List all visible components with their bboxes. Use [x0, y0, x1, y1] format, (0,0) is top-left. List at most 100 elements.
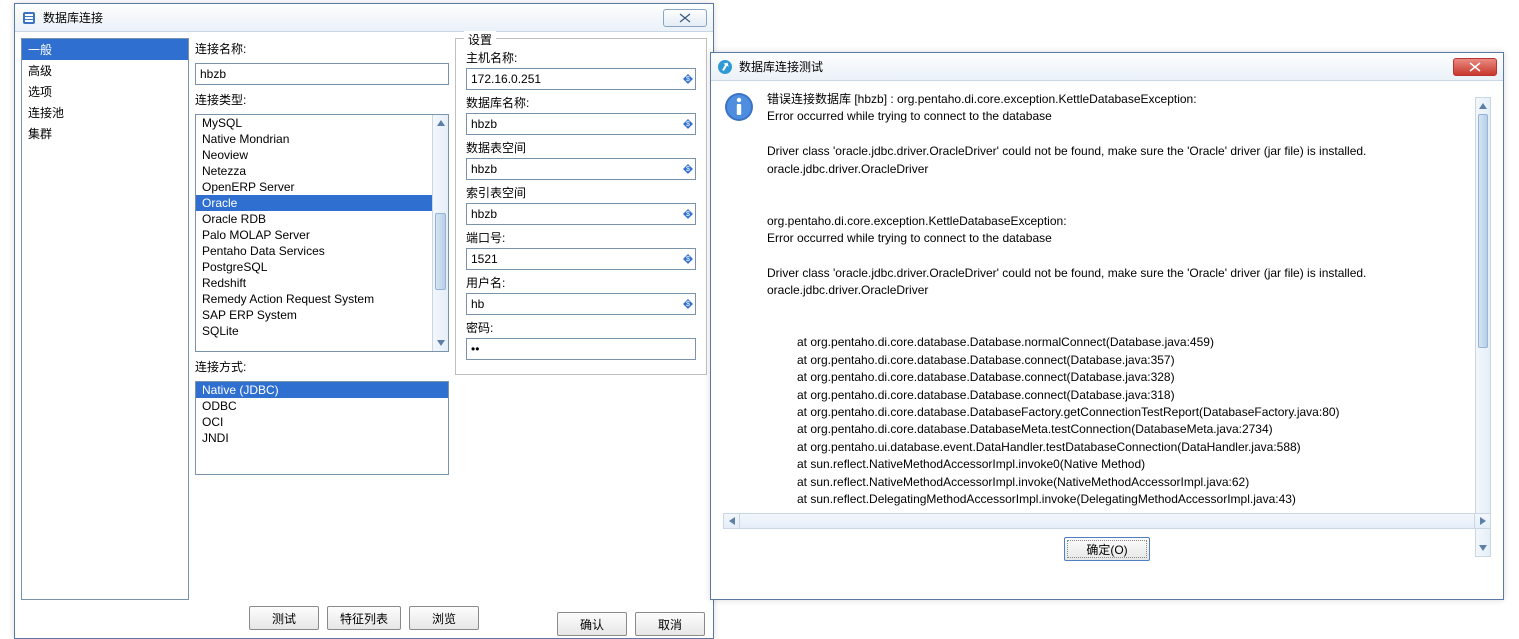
- data-tablespace-input[interactable]: [466, 158, 696, 180]
- access-method-item[interactable]: Native (JDBC): [196, 382, 448, 398]
- stack-trace-line: at sun.reflect.NativeMethodAccessorImpl.…: [767, 456, 1467, 473]
- conn-type-item[interactable]: Oracle RDB: [196, 211, 448, 227]
- svg-text:$: $: [686, 166, 690, 173]
- scroll-right-arrow[interactable]: [1474, 514, 1490, 528]
- variable-icon[interactable]: $: [683, 254, 693, 264]
- close-button[interactable]: [663, 9, 707, 27]
- conn-name-label: 连接名称:: [195, 40, 449, 57]
- svg-text:$: $: [686, 301, 690, 308]
- variable-icon[interactable]: $: [683, 299, 693, 309]
- db-connection-test-dialog: 数据库连接测试 错误连接数据库 [hbzb] : org.pentaho.di.…: [710, 52, 1504, 600]
- close-button[interactable]: [1453, 58, 1497, 76]
- index-tablespace-label: 索引表空间: [466, 184, 696, 201]
- error-line: [767, 195, 1467, 212]
- nav-item[interactable]: 集群: [22, 123, 188, 144]
- conn-type-list[interactable]: MySQLNative MondrianNeoviewNetezzaOpenER…: [195, 114, 449, 352]
- port-label: 端口号:: [466, 229, 696, 246]
- ok-button[interactable]: 确认: [557, 612, 627, 636]
- error-line: Driver class 'oracle.jdbc.driver.OracleD…: [767, 143, 1467, 160]
- settings-legend: 设置: [464, 31, 496, 48]
- error-line: [767, 126, 1467, 143]
- host-input[interactable]: [466, 68, 696, 90]
- settings-fieldset: 设置 主机名称: $ 数据库名称: $ 数据表空间 $ 索引表空间 $ 端口号:…: [455, 38, 707, 375]
- stack-trace-line: at org.pentaho.di.core.database.Database…: [767, 421, 1467, 438]
- svg-text:$: $: [686, 256, 690, 263]
- access-method-label: 连接方式:: [195, 358, 449, 375]
- access-method-item[interactable]: JNDI: [196, 430, 448, 446]
- error-line: Driver class 'oracle.jdbc.driver.OracleD…: [767, 265, 1467, 282]
- scroll-up-arrow[interactable]: [433, 115, 448, 131]
- nav-item[interactable]: 选项: [22, 81, 188, 102]
- stack-trace-line: at sun.reflect.DelegatingMethodAccessorI…: [767, 491, 1467, 508]
- titlebar[interactable]: 数据库连接: [15, 4, 713, 32]
- error-message-text: 错误连接数据库 [hbzb] : org.pentaho.di.core.exc…: [767, 91, 1491, 511]
- nav-category-list[interactable]: 一般高级选项连接池集群: [21, 38, 189, 600]
- test-button[interactable]: 测试: [249, 606, 319, 630]
- stack-trace-line: at org.pentaho.di.core.database.Database…: [767, 404, 1467, 421]
- index-tablespace-input[interactable]: [466, 203, 696, 225]
- error-line: oracle.jdbc.driver.OracleDriver: [767, 282, 1467, 299]
- conn-type-item[interactable]: Netezza: [196, 163, 448, 179]
- dialog-footer: 确认 取消: [557, 612, 705, 636]
- error-line: org.pentaho.di.core.exception.KettleData…: [767, 213, 1467, 230]
- conn-type-item[interactable]: OpenERP Server: [196, 179, 448, 195]
- cancel-button[interactable]: 取消: [635, 612, 705, 636]
- variable-icon[interactable]: $: [683, 164, 693, 174]
- conn-type-item[interactable]: Oracle: [196, 195, 448, 211]
- scroll-left-arrow[interactable]: [724, 514, 740, 528]
- password-input[interactable]: [466, 338, 696, 360]
- ok-button[interactable]: 确定(O): [1064, 537, 1150, 561]
- conn-type-item[interactable]: SAP ERP System: [196, 307, 448, 323]
- conn-type-item[interactable]: Neoview: [196, 147, 448, 163]
- app-icon: [717, 59, 733, 75]
- variable-icon[interactable]: $: [683, 119, 693, 129]
- conn-type-item[interactable]: Pentaho Data Services: [196, 243, 448, 259]
- conn-type-label: 连接类型:: [195, 91, 449, 108]
- svg-text:$: $: [686, 121, 690, 128]
- stack-trace-line: at org.pentaho.di.core.database.Database…: [767, 334, 1467, 351]
- stack-trace-line: at java.lang.reflect.Method.invoke(Metho…: [767, 508, 1467, 511]
- svg-text:$: $: [686, 76, 690, 83]
- port-input[interactable]: [466, 248, 696, 270]
- nav-item[interactable]: 连接池: [22, 102, 188, 123]
- error-line: [767, 178, 1467, 195]
- scroll-up-arrow[interactable]: [1476, 98, 1490, 114]
- dbname-input[interactable]: [466, 113, 696, 135]
- nav-item[interactable]: 高级: [22, 60, 188, 81]
- conn-type-item[interactable]: Remedy Action Request System: [196, 291, 448, 307]
- conn-type-item[interactable]: PostgreSQL: [196, 259, 448, 275]
- user-input[interactable]: [466, 293, 696, 315]
- conn-type-item[interactable]: SQLite: [196, 323, 448, 339]
- stack-trace-line: at org.pentaho.di.core.database.Database…: [767, 369, 1467, 386]
- scroll-down-arrow[interactable]: [1476, 540, 1490, 556]
- conn-type-item[interactable]: Native Mondrian: [196, 131, 448, 147]
- svg-text:$: $: [686, 211, 690, 218]
- feature-list-button[interactable]: 特征列表: [327, 606, 401, 630]
- scrollbar[interactable]: [1475, 97, 1491, 557]
- error-line: Error occurred while trying to connect t…: [767, 230, 1467, 247]
- stack-trace-line: at sun.reflect.NativeMethodAccessorImpl.…: [767, 474, 1467, 491]
- dbname-label: 数据库名称:: [466, 94, 696, 111]
- access-method-list[interactable]: Native (JDBC)ODBCOCIJNDI: [195, 381, 449, 475]
- scrollbar[interactable]: [432, 115, 448, 351]
- conn-name-input[interactable]: [195, 63, 449, 85]
- nav-item[interactable]: 一般: [22, 39, 188, 60]
- scroll-down-arrow[interactable]: [433, 335, 448, 351]
- error-line: Error occurred while trying to connect t…: [767, 108, 1467, 125]
- variable-icon[interactable]: $: [683, 209, 693, 219]
- stack-trace-line: at org.pentaho.di.core.database.Database…: [767, 352, 1467, 369]
- data-tablespace-label: 数据表空间: [466, 139, 696, 156]
- access-method-item[interactable]: OCI: [196, 414, 448, 430]
- titlebar[interactable]: 数据库连接测试: [711, 53, 1503, 81]
- access-method-item[interactable]: ODBC: [196, 398, 448, 414]
- variable-icon[interactable]: $: [683, 74, 693, 84]
- horizontal-scrollbar[interactable]: [723, 513, 1491, 529]
- info-icon: [723, 91, 755, 123]
- conn-type-item[interactable]: MySQL: [196, 115, 448, 131]
- browse-button[interactable]: 浏览: [409, 606, 479, 630]
- error-line: 错误连接数据库 [hbzb] : org.pentaho.di.core.exc…: [767, 91, 1467, 108]
- stack-trace-line: at org.pentaho.di.core.database.Database…: [767, 387, 1467, 404]
- conn-type-item[interactable]: Redshift: [196, 275, 448, 291]
- db-connection-dialog: 数据库连接 一般高级选项连接池集群 连接名称: 连接类型: MySQLNativ…: [14, 3, 714, 639]
- conn-type-item[interactable]: Palo MOLAP Server: [196, 227, 448, 243]
